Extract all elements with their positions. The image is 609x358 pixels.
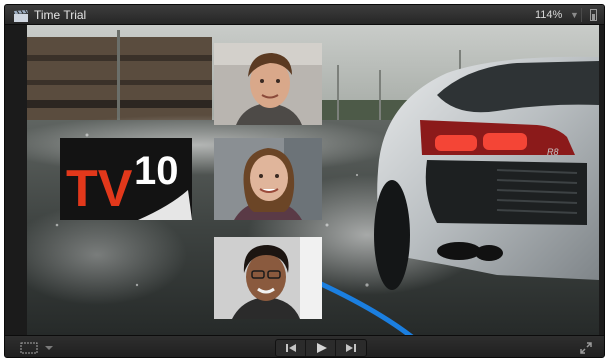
person-photo-2[interactable] <box>214 138 322 220</box>
tv10-logo: TV 10 <box>60 138 192 220</box>
skip-forward-icon[interactable] <box>336 340 366 356</box>
view-options-icon[interactable] <box>17 340 57 356</box>
title-divider <box>581 8 582 22</box>
transport-controls <box>275 339 367 357</box>
play-icon[interactable] <box>306 340 336 356</box>
car-badge: R8 <box>547 147 559 157</box>
person-photo-3[interactable] <box>214 237 322 319</box>
fullscreen-icon[interactable] <box>579 341 593 355</box>
window-title: Time Trial <box>34 8 87 22</box>
person-photo-1[interactable] <box>214 43 322 125</box>
skip-back-icon[interactable] <box>276 340 306 356</box>
logo-number: 10 <box>134 149 179 193</box>
video-canvas[interactable]: R8 TV 10 <box>27 25 599 335</box>
clapperboard-icon <box>13 9 29 22</box>
logo-letters: TV <box>66 160 133 218</box>
zoom-level[interactable]: 114% <box>535 8 562 22</box>
panel-toggle-icon[interactable] <box>589 8 598 22</box>
viewer-window: Time Trial 114% ▼ R8 TV 10 <box>4 4 605 358</box>
chevron-down-icon[interactable]: ▼ <box>570 8 579 22</box>
viewer-toolbar <box>5 335 604 357</box>
title-bar: Time Trial 114% ▼ <box>5 5 604 25</box>
